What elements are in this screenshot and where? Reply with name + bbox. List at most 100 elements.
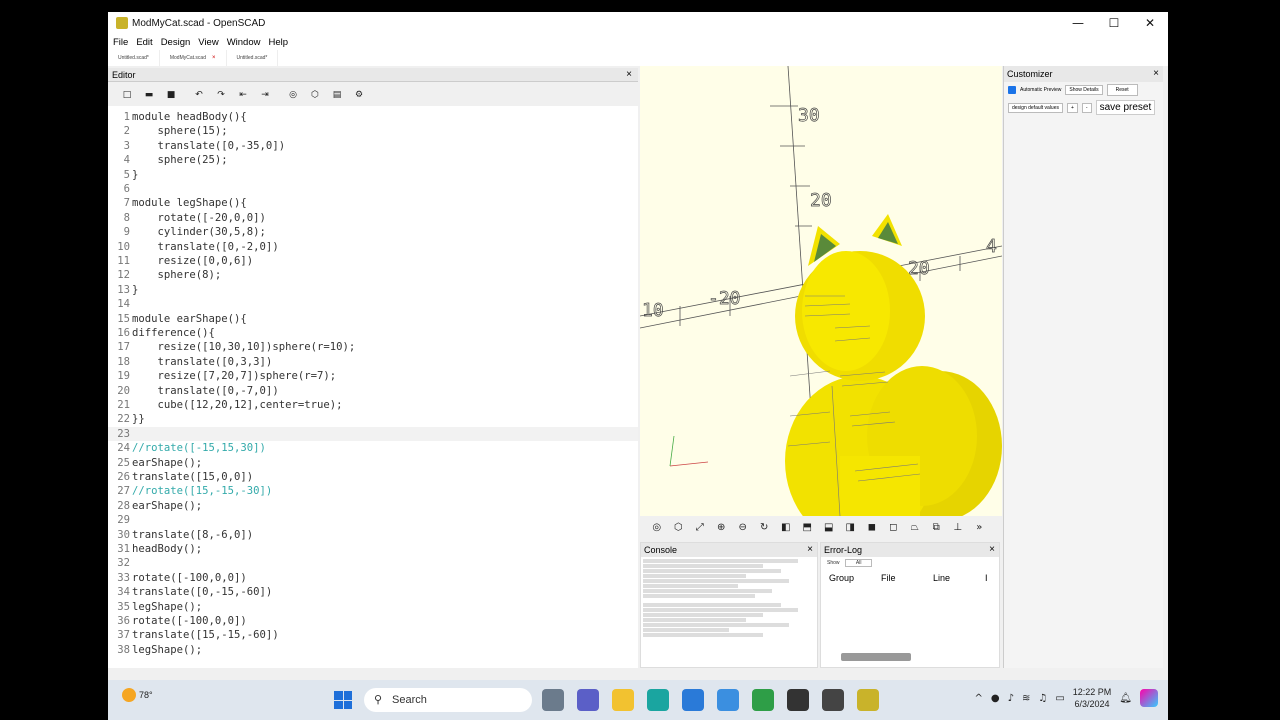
send-to-print-icon[interactable]: ⚙	[348, 90, 370, 100]
code-line[interactable]: 36 rotate([-100,0,0])	[108, 614, 638, 628]
media-player-icon[interactable]	[822, 689, 844, 711]
detail-select[interactable]: Show Details	[1065, 85, 1103, 95]
zoom-out-icon[interactable]: ⊖	[732, 522, 754, 533]
code-line[interactable]: 10 translate([0,-2,0])	[108, 240, 638, 254]
code-line[interactable]: 29	[108, 513, 638, 527]
view-right-icon[interactable]: ◧	[775, 522, 797, 533]
more-tools-icon[interactable]: »	[969, 522, 991, 533]
code-line[interactable]: 15 module earShape(){	[108, 312, 638, 326]
code-line[interactable]: 4 sphere(25);	[108, 153, 638, 167]
start-button[interactable]	[334, 691, 352, 709]
code-line[interactable]: 6	[108, 182, 638, 196]
menu-help[interactable]: Help	[264, 37, 292, 48]
menu-edit[interactable]: Edit	[132, 37, 156, 48]
copilot-icon[interactable]	[1140, 689, 1158, 707]
code-line[interactable]: 32	[108, 556, 638, 570]
tab-untitled-2[interactable]: Untitled.scad*	[227, 50, 279, 66]
edge-icon[interactable]	[647, 689, 669, 711]
clock[interactable]: 12:22 PM 6/3/2024	[1073, 686, 1112, 710]
menu-design[interactable]: Design	[157, 37, 195, 48]
code-line[interactable]: 24//rotate([-15,15,30])	[108, 441, 638, 455]
redo-icon[interactable]: ↷	[210, 90, 232, 100]
code-line[interactable]: 1 module headBody(){	[108, 110, 638, 124]
render-icon[interactable]: ⬡	[304, 90, 326, 100]
reset-view-icon[interactable]: ↻	[754, 522, 776, 533]
new-file-icon[interactable]: □	[116, 90, 138, 100]
zoom-in-icon[interactable]: ⊕	[711, 522, 733, 533]
error-log-filter-select[interactable]: All	[844, 559, 873, 567]
openscad-taskbar-icon[interactable]	[857, 689, 879, 711]
unindent-icon[interactable]: ⇤	[232, 90, 254, 100]
save-file-icon[interactable]: ■	[160, 90, 182, 100]
menu-file[interactable]: File	[108, 37, 132, 48]
open-file-icon[interactable]: ▬	[138, 90, 160, 100]
reset-button[interactable]: Reset	[1106, 84, 1138, 96]
preview-icon[interactable]: ◎	[282, 90, 304, 100]
code-line[interactable]: 13}	[108, 283, 638, 297]
obs-icon[interactable]	[787, 689, 809, 711]
preset-select[interactable]: design default values	[1008, 102, 1063, 113]
code-line[interactable]: 38 legShape();	[108, 643, 638, 657]
code-line[interactable]: 22}}	[108, 412, 638, 426]
tray-chevron-icon[interactable]: ^	[974, 693, 982, 704]
code-line[interactable]: 30 translate([8,-6,0])	[108, 528, 638, 542]
microphone-icon[interactable]: ♪	[1008, 693, 1014, 704]
taskbar-search[interactable]: ⚲ Search	[364, 688, 532, 712]
view-left-icon[interactable]: ◨	[840, 522, 862, 533]
teams-icon[interactable]	[577, 689, 599, 711]
code-line[interactable]: 5}	[108, 168, 638, 182]
editor-close-icon[interactable]: ×	[626, 68, 632, 82]
render-button-icon[interactable]: ⬡	[668, 522, 690, 533]
view-top-icon[interactable]: ⬒	[797, 522, 819, 533]
perspective-icon[interactable]: ⏢	[904, 522, 926, 533]
add-preset-button[interactable]: +	[1066, 102, 1078, 113]
menu-window[interactable]: Window	[223, 37, 265, 48]
code-line[interactable]: 34 translate([0,-15,-60])	[108, 585, 638, 599]
remove-preset-button[interactable]: -	[1081, 102, 1092, 113]
error-log-scrollbar[interactable]	[841, 653, 911, 661]
error-log-close-icon[interactable]: ×	[989, 543, 995, 557]
show-axes-icon[interactable]: ⊥	[947, 522, 969, 533]
wifi-icon[interactable]: ≋	[1022, 693, 1030, 704]
code-line[interactable]: 18 translate([0,3,3])	[108, 355, 638, 369]
code-line[interactable]: 37 translate([15,-15,-60])	[108, 628, 638, 642]
sheets-icon[interactable]	[752, 689, 774, 711]
3d-viewport[interactable]: 30 20 10 -20 20 4	[640, 66, 1002, 516]
task-view-icon[interactable]	[542, 689, 564, 711]
tab-untitled-1[interactable]: Untitled.scad*	[108, 50, 160, 66]
save-preset-button[interactable]: save preset	[1095, 100, 1156, 115]
view-all-icon[interactable]: ⤢	[689, 522, 711, 533]
orthogonal-icon[interactable]: ⧉	[926, 522, 948, 533]
maximize-button[interactable]: ☐	[1096, 12, 1132, 34]
code-line[interactable]: 8 rotate([-20,0,0])	[108, 211, 638, 225]
code-line[interactable]: 19 resize([7,20,7])sphere(r=7);	[108, 369, 638, 383]
store-icon[interactable]	[717, 689, 739, 711]
code-line[interactable]: 31 headBody();	[108, 542, 638, 556]
code-line[interactable]: 35 legShape();	[108, 600, 638, 614]
preview-button-icon[interactable]: ◎	[646, 522, 668, 533]
code-line[interactable]: 9 cylinder(30,5,8);	[108, 225, 638, 239]
indent-icon[interactable]: ⇥	[254, 90, 276, 100]
minimize-button[interactable]: —	[1060, 12, 1096, 34]
auto-preview-checkbox[interactable]	[1008, 86, 1016, 94]
file-explorer-icon[interactable]	[612, 689, 634, 711]
view-back-icon[interactable]: ◻	[883, 522, 905, 533]
code-line[interactable]: 11 resize([0,0,6])	[108, 254, 638, 268]
code-line[interactable]: 16 difference(){	[108, 326, 638, 340]
volume-icon[interactable]: ♫	[1038, 693, 1047, 704]
mail-icon[interactable]	[682, 689, 704, 711]
code-line[interactable]: 28 earShape();	[108, 499, 638, 513]
code-line[interactable]: 3 translate([0,-35,0])	[108, 139, 638, 153]
undo-icon[interactable]: ↶	[188, 90, 210, 100]
battery-icon[interactable]: ▭	[1055, 693, 1064, 704]
code-line[interactable]: 20 translate([0,-7,0])	[108, 384, 638, 398]
code-line[interactable]: 2 sphere(15);	[108, 124, 638, 138]
customizer-close-icon[interactable]: ×	[1153, 66, 1159, 82]
code-line[interactable]: 17 resize([10,30,10])sphere(r=10);	[108, 340, 638, 354]
code-line[interactable]: 21 cube([12,20,12],center=true);	[108, 398, 638, 412]
tray-app-icon[interactable]: ●	[991, 693, 1000, 704]
code-line[interactable]: 7 module legShape(){	[108, 196, 638, 210]
tab-close-icon[interactable]: ×	[212, 55, 216, 61]
code-line[interactable]: 25 earShape();	[108, 456, 638, 470]
weather-widget[interactable]: 78°	[122, 688, 153, 702]
